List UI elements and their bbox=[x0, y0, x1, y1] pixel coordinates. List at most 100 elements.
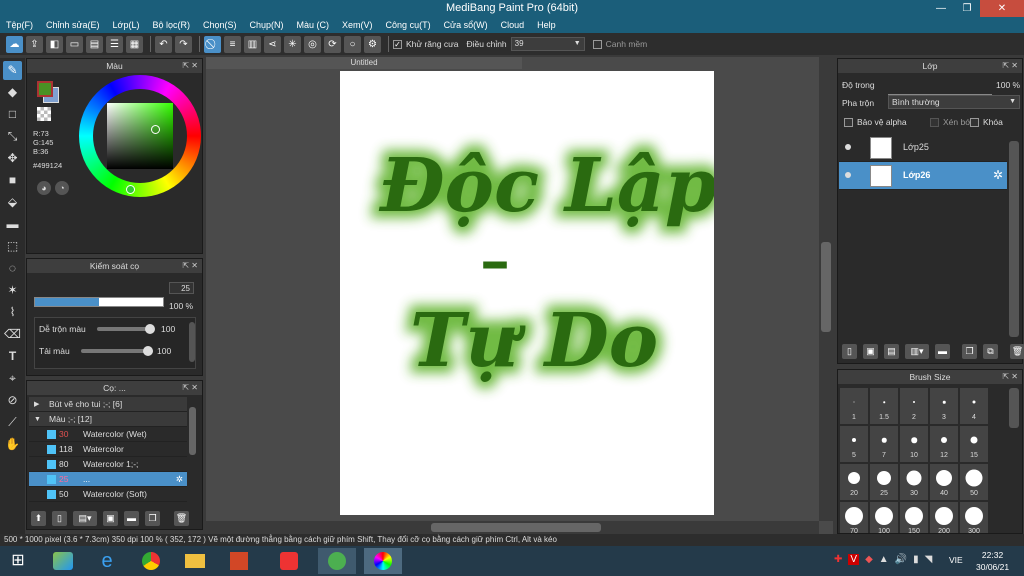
trash-icon[interactable]: 🗑 bbox=[174, 511, 189, 526]
layer-row-selected[interactable]: Lớp26 ✲ bbox=[839, 162, 1007, 190]
drawing-canvas[interactable]: Độc Lập Tự Do Độc Lập – Tự Do bbox=[340, 71, 714, 515]
gradient-tool-icon[interactable]: ▬ bbox=[3, 215, 22, 234]
brush-size-scrollbar[interactable] bbox=[1009, 388, 1019, 428]
clip-option[interactable]: Xén bớt bbox=[930, 117, 973, 128]
brush-list-scrollbar[interactable] bbox=[189, 407, 196, 455]
blend-slider[interactable] bbox=[97, 324, 155, 334]
menu-window[interactable]: Cửa sổ(W) bbox=[444, 20, 488, 30]
folder-icon[interactable]: ▬ bbox=[124, 511, 139, 526]
app-icon-active[interactable] bbox=[318, 548, 356, 574]
radial-snap-icon[interactable]: ✳ bbox=[284, 35, 301, 53]
redo-icon[interactable]: ↷ bbox=[175, 35, 192, 53]
panel-options-icon[interactable]: ⇱ ✕ bbox=[182, 59, 198, 73]
brush-size-value[interactable]: 25 bbox=[169, 282, 194, 294]
cross-snap-icon[interactable]: ▥ bbox=[244, 35, 261, 53]
brush-size-slider[interactable] bbox=[34, 297, 164, 307]
brush-group[interactable]: ▼ Màu ;-; [12] bbox=[29, 412, 187, 427]
chrome-icon[interactable] bbox=[132, 548, 170, 574]
menu-cloud[interactable]: Cloud bbox=[501, 20, 525, 30]
tray-icon[interactable]: ✚ bbox=[834, 554, 842, 565]
brush-size-option[interactable]: 4 bbox=[960, 388, 988, 424]
folder-icon[interactable]: ▬ bbox=[935, 344, 950, 359]
brush-size-option[interactable]: 10 bbox=[900, 426, 928, 462]
move-tool-icon[interactable]: ✥ bbox=[3, 149, 22, 168]
message-icon[interactable]: ▭ bbox=[66, 35, 83, 53]
select-eraser-icon[interactable]: ⌫ bbox=[3, 325, 22, 344]
blend-slider-thumb[interactable] bbox=[145, 324, 155, 334]
vertical-scrollbar[interactable] bbox=[819, 57, 833, 521]
circle-snap-icon[interactable]: ○ bbox=[344, 35, 361, 53]
visibility-icon[interactable] bbox=[845, 144, 851, 150]
divide-tool-icon[interactable]: ⌖ bbox=[3, 369, 22, 388]
color-swatches[interactable] bbox=[37, 81, 61, 105]
brush-size-option[interactable]: 20 bbox=[840, 464, 868, 500]
pipette-tool-icon[interactable]: ⟋ bbox=[3, 413, 22, 432]
brush-group[interactable]: ▶ Bút vẽ cho tui ;-; [6] bbox=[29, 397, 187, 412]
duplicate-layer-icon[interactable]: ❐ bbox=[962, 344, 977, 359]
fill-rect-tool-icon[interactable]: ■ bbox=[3, 171, 22, 190]
concentric-snap-icon[interactable]: ◎ bbox=[304, 35, 321, 53]
resample-slider[interactable] bbox=[81, 346, 153, 356]
smooth-checkbox[interactable] bbox=[592, 39, 602, 49]
menu-help[interactable]: Help bbox=[537, 20, 556, 30]
palette-icon[interactable]: ◕ bbox=[37, 181, 51, 195]
brush-size-option[interactable]: 25 bbox=[870, 464, 898, 500]
menu-file[interactable]: Tệp(F) bbox=[6, 20, 33, 30]
file-explorer-icon[interactable] bbox=[176, 548, 214, 574]
brush-size-option[interactable]: 50 bbox=[960, 464, 988, 500]
color-picker-cursor[interactable] bbox=[151, 125, 160, 134]
document-tab[interactable]: Untitled bbox=[206, 57, 522, 69]
brush-size-option[interactable]: 1 bbox=[840, 388, 868, 424]
transparent-swatch[interactable] bbox=[37, 107, 51, 121]
menu-color[interactable]: Màu (C) bbox=[297, 20, 330, 30]
brush-size-option[interactable]: 30 bbox=[900, 464, 928, 500]
hue-ring[interactable] bbox=[79, 75, 201, 197]
brush-size-option[interactable]: 15 bbox=[960, 426, 988, 462]
visibility-icon[interactable] bbox=[845, 172, 851, 178]
gear-icon[interactable]: ✲ bbox=[176, 472, 183, 487]
dot-tool-icon[interactable]: ⤡ bbox=[3, 127, 22, 146]
layer-row[interactable]: Lớp25 bbox=[839, 134, 1007, 162]
adjust-select[interactable]: 39 ▼ bbox=[510, 37, 585, 51]
grid-icon[interactable]: ▦ bbox=[126, 35, 143, 53]
panel-options-icon[interactable]: ⇱ ✕ bbox=[182, 259, 198, 273]
brush-size-option[interactable]: 2 bbox=[900, 388, 928, 424]
brush-item-selected[interactable]: 25... ✲ bbox=[29, 472, 187, 487]
brush-size-option[interactable]: 100 bbox=[870, 502, 898, 533]
brush-menu-icon[interactable]: ▤▾ bbox=[73, 511, 97, 526]
panel-options-icon[interactable]: ⇱ ✕ bbox=[1002, 370, 1018, 384]
menu-edit[interactable]: Chỉnh sửa(E) bbox=[46, 20, 100, 30]
resample-slider-thumb[interactable] bbox=[143, 346, 153, 356]
brush-size-option[interactable]: 3 bbox=[930, 388, 958, 424]
clock[interactable]: 22:32 30/06/21 bbox=[976, 549, 1009, 573]
share-icon[interactable]: ⇪ bbox=[26, 35, 43, 53]
brush-size-option[interactable]: 40 bbox=[930, 464, 958, 500]
new-layer-icon[interactable]: ▯ bbox=[842, 344, 857, 359]
volume-icon[interactable]: 🔊 bbox=[895, 554, 907, 565]
vertical-scroll-thumb[interactable] bbox=[821, 242, 831, 332]
lock-checkbox[interactable] bbox=[970, 118, 979, 128]
hue-cursor[interactable] bbox=[126, 185, 135, 194]
tray-chevron-icon[interactable]: ▲ bbox=[879, 554, 889, 565]
network-icon[interactable]: ◥ bbox=[925, 554, 933, 565]
powerpoint-icon[interactable] bbox=[220, 548, 258, 574]
menu-tools[interactable]: Công cụ(T) bbox=[386, 20, 431, 30]
primary-color-swatch[interactable] bbox=[37, 81, 53, 97]
lasso-tool-icon[interactable]: ◌ bbox=[3, 259, 22, 278]
select-pen-icon[interactable]: ⌇ bbox=[3, 303, 22, 322]
restore-button[interactable]: ❐ bbox=[954, 0, 980, 17]
app-icon[interactable] bbox=[270, 548, 308, 574]
brush-size-option[interactable]: 12 bbox=[930, 426, 958, 462]
brush-size-option[interactable]: 5 bbox=[840, 426, 868, 462]
new-brush-icon[interactable]: ▯ bbox=[52, 511, 67, 526]
curve-snap-icon[interactable]: ⟳ bbox=[324, 35, 341, 53]
close-button[interactable]: ✕ bbox=[980, 0, 1024, 17]
brush-item[interactable]: 30 Watercolor (Wet) bbox=[29, 427, 187, 442]
no-snap-icon[interactable]: ⃠ bbox=[204, 35, 221, 53]
antialias-checkbox[interactable] bbox=[393, 39, 402, 49]
internet-explorer-icon[interactable]: e bbox=[88, 548, 126, 574]
trash-icon[interactable]: 🗑 bbox=[1010, 344, 1024, 359]
list-icon[interactable]: ☰ bbox=[106, 35, 123, 53]
menu-layer[interactable]: Lớp(L) bbox=[113, 20, 140, 30]
layer-list-scrollbar[interactable] bbox=[1009, 141, 1019, 337]
